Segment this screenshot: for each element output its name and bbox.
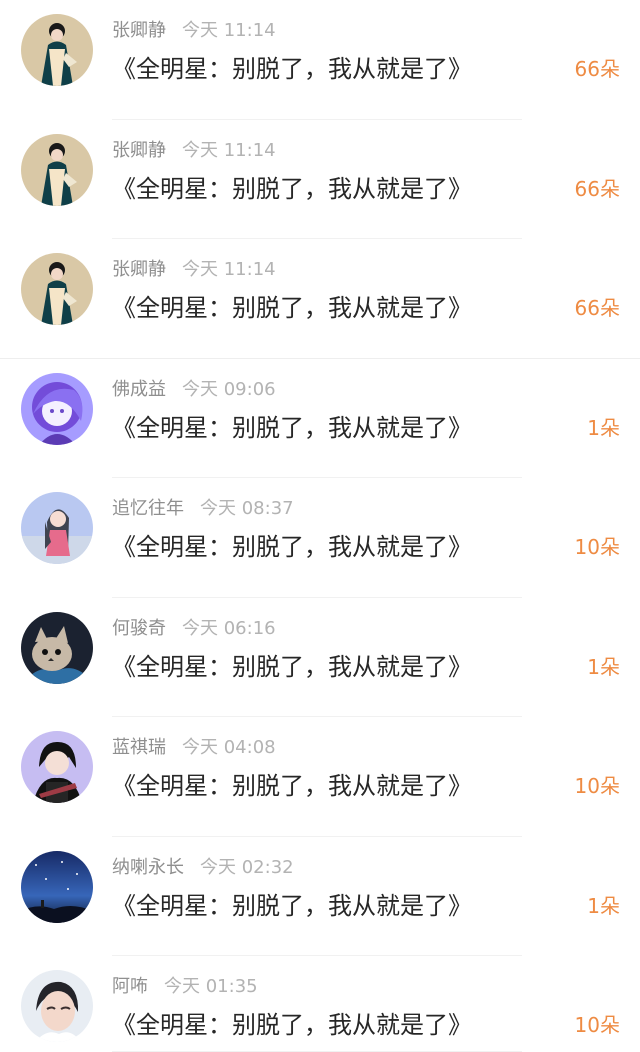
message-text: 《全明星：别脱了，我从就是了》 xyxy=(112,533,472,561)
message-time: 今天 11:14 xyxy=(182,139,276,161)
flower-count: 10朵 xyxy=(574,1013,620,1037)
message-time: 今天 06:16 xyxy=(182,617,276,639)
message-meta: 佛成益 今天 09:06 xyxy=(112,377,276,403)
user-name[interactable]: 佛成益 xyxy=(112,379,166,400)
list-item[interactable]: 佛成益 今天 09:06 《全明星：别脱了，我从就是了》 1朵 xyxy=(0,359,640,479)
user-name[interactable]: 张卿静 xyxy=(112,259,166,280)
flower-count: 66朵 xyxy=(574,176,620,201)
flower-count: 10朵 xyxy=(574,535,620,559)
list-item[interactable]: 蓝祺瑞 今天 04:08 《全明星：别脱了，我从就是了》 10朵 xyxy=(0,717,640,837)
message-text: 《全明星：别脱了，我从就是了》 xyxy=(112,891,472,920)
message-time: 今天 04:08 xyxy=(182,737,276,758)
message-meta: 纳喇永长 今天 02:32 xyxy=(112,855,294,881)
message-text: 《全明星：别脱了，我从就是了》 xyxy=(112,772,472,800)
message-meta: 张卿静 今天 11:14 xyxy=(112,257,276,283)
hanfu-avatar-icon[interactable] xyxy=(21,14,93,86)
message-meta: 追忆往年 今天 08:37 xyxy=(112,496,294,522)
anime-girl-avatar-icon[interactable] xyxy=(21,492,93,564)
message-time: 今天 09:06 xyxy=(182,378,276,400)
message-time: 今天 02:32 xyxy=(200,856,294,878)
flower-count: 1朵 xyxy=(587,415,620,440)
message-meta: 蓝祺瑞 今天 04:08 xyxy=(112,735,276,761)
user-name[interactable]: 阿咘 xyxy=(112,976,148,997)
message-text: 《全明星：别脱了，我从就是了》 xyxy=(112,174,472,203)
message-time: 今天 11:14 xyxy=(182,20,276,41)
message-text: 《全明星：别脱了，我从就是了》 xyxy=(112,413,472,442)
portrait-avatar-icon[interactable] xyxy=(21,970,93,1042)
message-meta: 张卿静 今天 11:14 xyxy=(112,18,276,44)
list-item[interactable]: 阿咘 今天 01:35 《全明星：别脱了，我从就是了》 10朵 xyxy=(0,956,640,1052)
hanfu-avatar-icon[interactable] xyxy=(21,253,93,325)
list-item[interactable]: 张卿静 今天 11:14 《全明星：别脱了，我从就是了》 66朵 xyxy=(0,239,640,359)
cat-avatar-icon[interactable] xyxy=(21,611,93,684)
flower-count: 66朵 xyxy=(574,57,620,81)
list-item[interactable]: 追忆往年 今天 08:37 《全明星：别脱了，我从就是了》 10朵 xyxy=(0,478,640,598)
message-time: 今天 08:37 xyxy=(200,498,294,519)
message-text: 《全明星：别脱了，我从就是了》 xyxy=(112,1011,472,1039)
user-name[interactable]: 张卿静 xyxy=(112,140,166,161)
message-meta: 何骏奇 今天 06:16 xyxy=(112,616,276,642)
list-item[interactable]: 何骏奇 今天 06:16 《全明星：别脱了，我从就是了》 1朵 xyxy=(0,598,640,718)
message-text: 《全明星：别脱了，我从就是了》 xyxy=(112,294,472,322)
list-item[interactable]: 纳喇永长 今天 02:32 《全明星：别脱了，我从就是了》 1朵 xyxy=(0,837,640,957)
user-name[interactable]: 蓝祺瑞 xyxy=(112,737,166,758)
message-meta: 阿咘 今天 01:35 xyxy=(112,974,258,1000)
user-name[interactable]: 纳喇永长 xyxy=(112,857,184,878)
message-time: 今天 01:35 xyxy=(164,976,258,997)
message-text: 《全明星：别脱了，我从就是了》 xyxy=(112,652,472,681)
user-name[interactable]: 追忆往年 xyxy=(112,498,184,519)
message-time: 今天 11:14 xyxy=(182,259,276,280)
night-sky-avatar-icon[interactable] xyxy=(21,850,93,923)
list-item[interactable]: 张卿静 今天 11:14 《全明星：别脱了，我从就是了》 66朵 xyxy=(0,120,640,240)
message-text: 《全明星：别脱了，我从就是了》 xyxy=(112,55,472,83)
flower-count: 1朵 xyxy=(587,893,620,918)
user-name[interactable]: 何骏奇 xyxy=(112,618,166,639)
message-list: 张卿静 今天 11:14 《全明星：别脱了，我从就是了》 66朵 张卿静 今天 11… xyxy=(0,0,640,1052)
flower-count: 10朵 xyxy=(574,774,620,798)
list-item[interactable]: 张卿静 今天 11:14 《全明星：别脱了，我从就是了》 66朵 xyxy=(0,0,640,120)
message-meta: 张卿静 今天 11:14 xyxy=(112,138,276,164)
flower-count: 1朵 xyxy=(587,654,620,679)
user-name[interactable]: 张卿静 xyxy=(112,20,166,41)
hanfu-avatar-icon[interactable] xyxy=(21,133,93,206)
anime-purple-avatar-icon[interactable] xyxy=(21,372,93,445)
ninja-avatar-icon[interactable] xyxy=(21,731,93,803)
flower-count: 66朵 xyxy=(574,296,620,320)
